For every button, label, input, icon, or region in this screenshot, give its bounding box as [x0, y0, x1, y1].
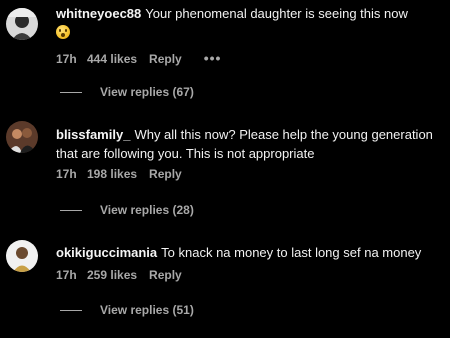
comment-likes[interactable]: 444 likes — [87, 52, 137, 66]
divider-line — [60, 310, 82, 312]
comment-body: whitneyoec88 Your phenomenal daughter is … — [56, 4, 444, 42]
comment-time: 17h — [56, 167, 77, 181]
comment-likes[interactable]: 259 likes — [87, 268, 137, 282]
comment-username[interactable]: okikiguccimania — [56, 245, 157, 260]
view-replies-button[interactable]: View replies (67) — [60, 85, 194, 99]
comment-meta: 17h 444 likes Reply ••• — [56, 50, 221, 66]
comment-meta: 17h 198 likes Reply — [56, 167, 204, 181]
avatar[interactable] — [6, 8, 38, 40]
view-replies-label: View replies (28) — [100, 203, 194, 217]
avatar[interactable] — [6, 121, 38, 153]
comment-meta: 17h 259 likes Reply — [56, 268, 204, 282]
comment-likes[interactable]: 198 likes — [87, 167, 137, 181]
divider-line — [60, 210, 82, 212]
view-replies-button[interactable]: View replies (28) — [60, 203, 194, 217]
view-replies-label: View replies (67) — [100, 85, 194, 99]
comment-time: 17h — [56, 268, 77, 282]
divider-line — [60, 92, 82, 94]
comment-username[interactable]: blissfamily_ — [56, 127, 130, 142]
face-with-open-mouth-emoji — [56, 25, 70, 39]
avatar[interactable] — [6, 240, 38, 272]
comment-body: okikiguccimania To knack na money to last… — [56, 243, 444, 262]
comment-username[interactable]: whitneyoec88 — [56, 6, 141, 21]
reply-button[interactable]: Reply — [149, 167, 182, 181]
comment-text: Your phenomenal daughter is seeing this … — [145, 6, 408, 21]
reply-button[interactable]: Reply — [149, 268, 182, 282]
comment-text: To knack na money to last long sef na mo… — [161, 245, 422, 260]
more-options-icon[interactable]: ••• — [204, 50, 222, 66]
view-replies-button[interactable]: View replies (51) — [60, 303, 194, 317]
comment-time: 17h — [56, 52, 77, 66]
reply-button[interactable]: Reply — [149, 52, 182, 66]
view-replies-label: View replies (51) — [100, 303, 194, 317]
comment-body: blissfamily_ Why all this now? Please hel… — [56, 125, 444, 163]
